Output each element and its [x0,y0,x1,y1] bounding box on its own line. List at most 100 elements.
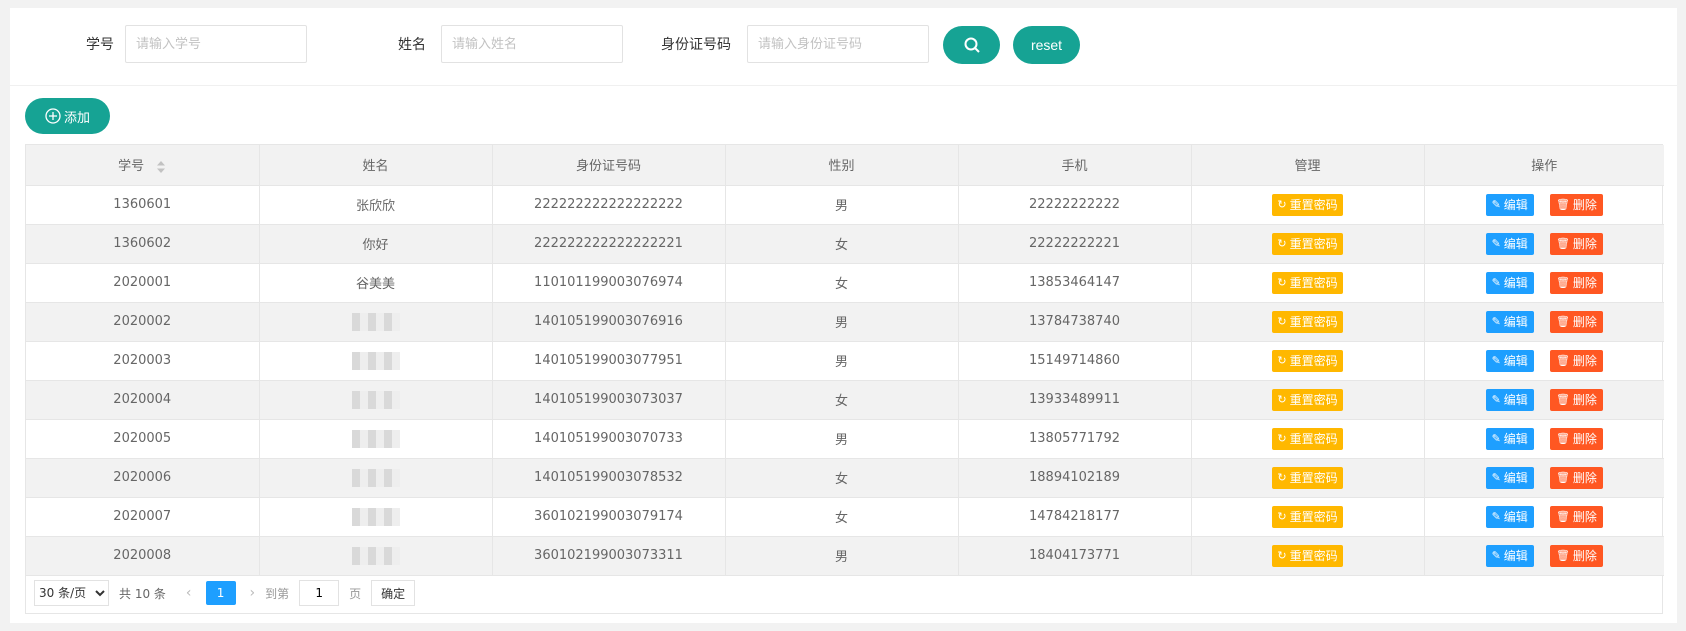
reset-password-button[interactable]: ↻ 重置密码 [1272,505,1343,528]
student-id-input[interactable] [125,25,307,63]
refresh-icon: ↻ [1277,315,1287,328]
goto-confirm-button[interactable]: 确定 [371,580,416,606]
edit-button[interactable]: ✎ 编辑 [1485,232,1534,255]
table-row: 2020007 360102199003079174 女 14784218177… [26,497,1664,537]
delete-button[interactable]: 🗑 删除 [1549,193,1603,216]
total-count: 共 10 条 [119,586,166,601]
pencil-icon: ✎ [1491,510,1501,523]
add-button[interactable]: 添加 [25,98,110,134]
page: 学号 姓名 身份证号码 reset 添加 [10,8,1677,623]
delete-button[interactable]: 🗑 删除 [1549,505,1603,528]
cell-name [259,341,493,381]
name-input[interactable] [441,25,623,63]
redacted-name [351,507,400,526]
cell-actions: ✎ 编辑 🗑 删除 [1424,224,1664,264]
table-row: 2020008 360102199003073311 男 18404173771… [26,536,1664,576]
delete-button[interactable]: 🗑 删除 [1549,349,1603,372]
edit-button[interactable]: ✎ 编辑 [1485,427,1534,450]
plus-circle-icon [45,108,61,124]
pencil-icon: ✎ [1491,471,1501,484]
delete-button[interactable]: 🗑 删除 [1549,310,1603,333]
reset-password-button[interactable]: ↻ 重置密码 [1272,193,1343,216]
redacted-name [351,390,400,409]
cell-gender: 男 [725,419,959,459]
edit-button[interactable]: ✎ 编辑 [1485,271,1534,294]
delete-button[interactable]: 🗑 删除 [1549,466,1603,489]
edit-button[interactable]: ✎ 编辑 [1485,544,1534,567]
edit-button[interactable]: ✎ 编辑 [1485,388,1534,411]
cell-gender: 男 [725,302,959,342]
table-row: 1360601 张欣欣 222222222222222222 男 2222222… [26,185,1664,225]
edit-button[interactable]: ✎ 编辑 [1485,466,1534,489]
cell-manage: ↻ 重置密码 [1191,185,1425,225]
add-button-label: 添加 [63,110,90,126]
reset-password-button[interactable]: ↻ 重置密码 [1272,427,1343,450]
cell-name: 你好 [259,224,493,264]
reset-password-button[interactable]: ↻ 重置密码 [1272,388,1343,411]
reset-password-button[interactable]: ↻ 重置密码 [1272,544,1343,567]
cell-phone: 22222222221 [958,224,1192,264]
cell-actions: ✎ 编辑 🗑 删除 [1424,497,1664,537]
next-page-icon[interactable]: › [250,585,256,601]
cell-phone: 14784218177 [958,497,1192,537]
sort-icon[interactable] [156,160,166,174]
table-header-row: 学号 姓名 身份证号码 性别 手机 管理 操作 [26,145,1664,186]
cell-phone: 15149714860 [958,341,1192,381]
cell-manage: ↻ 重置密码 [1191,341,1425,381]
delete-button[interactable]: 🗑 删除 [1549,544,1603,567]
trash-icon: 🗑 [1555,471,1570,484]
edit-button[interactable]: ✎ 编辑 [1485,349,1534,372]
cell-student-id: 2020007 [26,497,260,537]
cell-student-id: 2020002 [26,302,260,342]
pencil-icon: ✎ [1491,237,1501,250]
search-button[interactable] [943,26,1000,64]
cell-phone: 18404173771 [958,536,1192,576]
cell-id-card: 140105199003078532 [492,458,726,498]
col-header-actions: 操作 [1424,145,1664,186]
search-bar: 学号 姓名 身份证号码 reset [10,8,1677,86]
delete-button[interactable]: 🗑 删除 [1549,232,1603,255]
reset-password-button[interactable]: ↻ 重置密码 [1272,349,1343,372]
reset-password-button[interactable]: ↻ 重置密码 [1272,310,1343,333]
refresh-icon: ↻ [1277,237,1287,250]
refresh-icon: ↻ [1277,549,1287,562]
trash-icon: 🗑 [1555,198,1570,211]
pencil-icon: ✎ [1491,198,1501,211]
prev-page-icon[interactable]: ‹ [186,585,192,601]
edit-button[interactable]: ✎ 编辑 [1485,310,1534,333]
reset-password-button[interactable]: ↻ 重置密码 [1272,271,1343,294]
cell-student-id: 2020006 [26,458,260,498]
id-card-input[interactable] [747,25,929,63]
cell-student-id: 2020003 [26,341,260,381]
cell-id-card: 222222222222222222 [492,185,726,225]
cell-gender: 女 [725,497,959,537]
reset-password-button[interactable]: ↻ 重置密码 [1272,232,1343,255]
cell-actions: ✎ 编辑 🗑 删除 [1424,380,1664,420]
table-row: 2020006 140105199003078532 女 18894102189… [26,458,1664,498]
cell-gender: 男 [725,185,959,225]
delete-button[interactable]: 🗑 删除 [1549,427,1603,450]
pencil-icon: ✎ [1491,549,1501,562]
cell-manage: ↻ 重置密码 [1191,380,1425,420]
refresh-icon: ↻ [1277,276,1287,289]
goto-label: 到第 [265,586,290,601]
page-size-select[interactable]: 30 条/页 [34,580,109,606]
col-header-gender: 性别 [725,145,959,186]
goto-page-input[interactable] [299,580,340,606]
edit-button[interactable]: ✎ 编辑 [1485,505,1534,528]
cell-student-id: 2020008 [26,536,260,576]
reset-button[interactable]: reset [1013,26,1080,64]
col-header-id-card: 身份证号码 [492,145,726,186]
table-row: 2020005 140105199003070733 男 13805771792… [26,419,1664,459]
delete-button[interactable]: 🗑 删除 [1549,388,1603,411]
cell-student-id: 2020004 [26,380,260,420]
edit-button[interactable]: ✎ 编辑 [1485,193,1534,216]
cell-id-card: 140105199003073037 [492,380,726,420]
cell-gender: 女 [725,263,959,303]
trash-icon: 🗑 [1555,276,1570,289]
delete-button[interactable]: 🗑 删除 [1549,271,1603,294]
reset-password-button[interactable]: ↻ 重置密码 [1272,466,1343,489]
trash-icon: 🗑 [1555,393,1570,406]
page-number-current[interactable]: 1 [205,581,236,605]
col-header-student-id[interactable]: 学号 [26,145,260,186]
